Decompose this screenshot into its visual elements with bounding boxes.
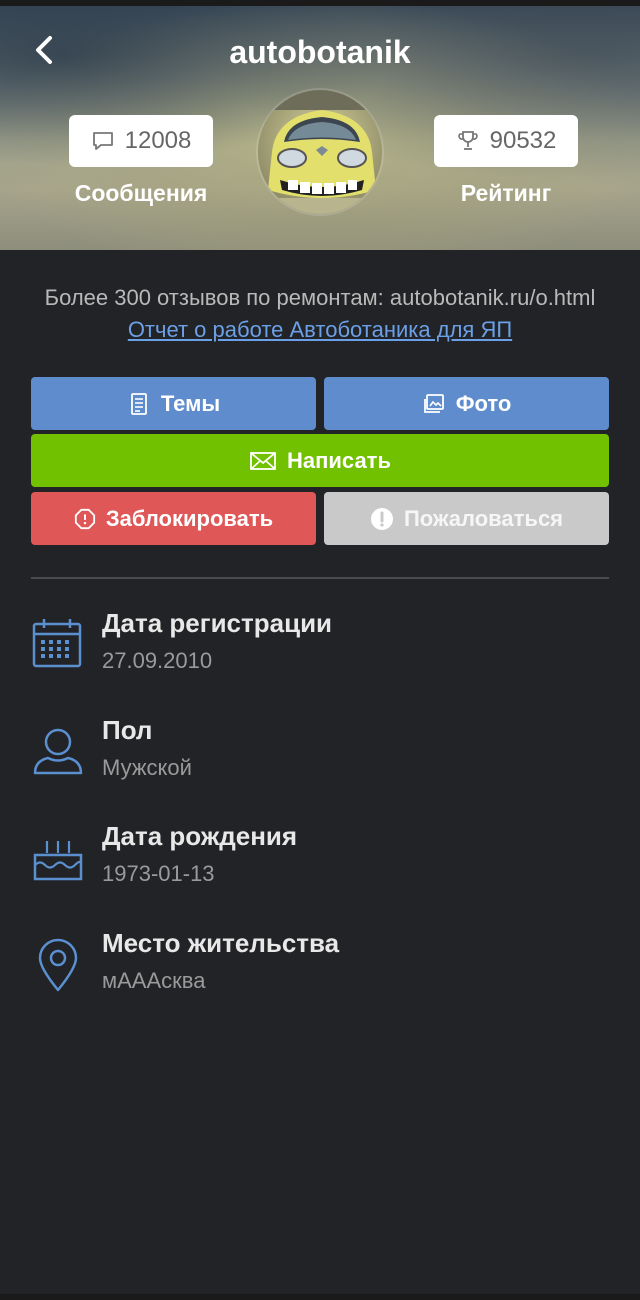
info-row-gender: Пол Мужской (30, 715, 610, 795)
messages-count-box[interactable]: 12008 (69, 115, 213, 167)
messages-count: 12008 (124, 127, 192, 154)
block-octagon-icon (74, 508, 95, 529)
location-title: Место жительства (102, 928, 340, 958)
avatar[interactable] (256, 88, 384, 216)
block-button[interactable]: Заблокировать (31, 492, 316, 545)
report-label: Пожаловаться (403, 505, 564, 531)
profile-about: Более 300 отзывов по ремонтам: autobotan… (30, 282, 610, 346)
location-value: мАААсква (102, 968, 206, 993)
write-message-button[interactable]: Написать (31, 434, 609, 487)
envelope-icon (250, 451, 276, 470)
report-button[interactable]: Пожаловаться (324, 492, 609, 545)
messages-label: Сообщения (74, 180, 208, 206)
photo-button[interactable]: Фото (324, 377, 609, 430)
rating-box[interactable]: 90532 (434, 115, 578, 167)
registration-title: Дата регистрации (102, 608, 333, 638)
about-text: Более 300 отзывов по ремонтам: autobotan… (44, 285, 596, 310)
photo-label: Фото (455, 390, 512, 416)
divider (31, 577, 609, 579)
info-row-registration: Дата регистрации 27.09.2010 (30, 608, 610, 688)
user-icon (33, 728, 83, 775)
registration-value: 27.09.2010 (102, 648, 213, 673)
profile-header: autobotanik 12008 Сообщения 90532 Рейтин… (0, 6, 640, 250)
topics-button[interactable]: Темы (31, 377, 316, 430)
comment-icon (92, 132, 113, 150)
profile-username: autobotanik (229, 34, 411, 70)
birthday-cake-icon (33, 841, 83, 881)
info-row-birthday: Дата рождения 1973-01-13 (30, 821, 610, 901)
gender-title: Пол (102, 715, 153, 745)
bottom-bar (0, 1294, 640, 1300)
topics-label: Темы (160, 390, 221, 416)
document-icon (130, 392, 147, 415)
about-link[interactable]: Отчет о работе Автоботаника для ЯП (128, 317, 512, 342)
birthday-value: 1973-01-13 (102, 861, 215, 886)
exclamation-circle-icon (370, 507, 393, 530)
photo-gallery-icon (423, 393, 444, 413)
calendar-icon (32, 619, 82, 668)
avatar-car-image (258, 90, 382, 214)
rating-label: Рейтинг (460, 180, 552, 206)
location-pin-icon (38, 938, 78, 992)
rating-value: 90532 (489, 127, 557, 154)
info-row-location: Место жительства мАААсква (30, 928, 610, 1008)
gender-value: Мужской (102, 755, 192, 780)
write-message-label: Написать (287, 447, 391, 473)
trophy-icon (457, 131, 478, 150)
block-label: Заблокировать (105, 505, 274, 531)
birthday-title: Дата рождения (102, 821, 298, 851)
